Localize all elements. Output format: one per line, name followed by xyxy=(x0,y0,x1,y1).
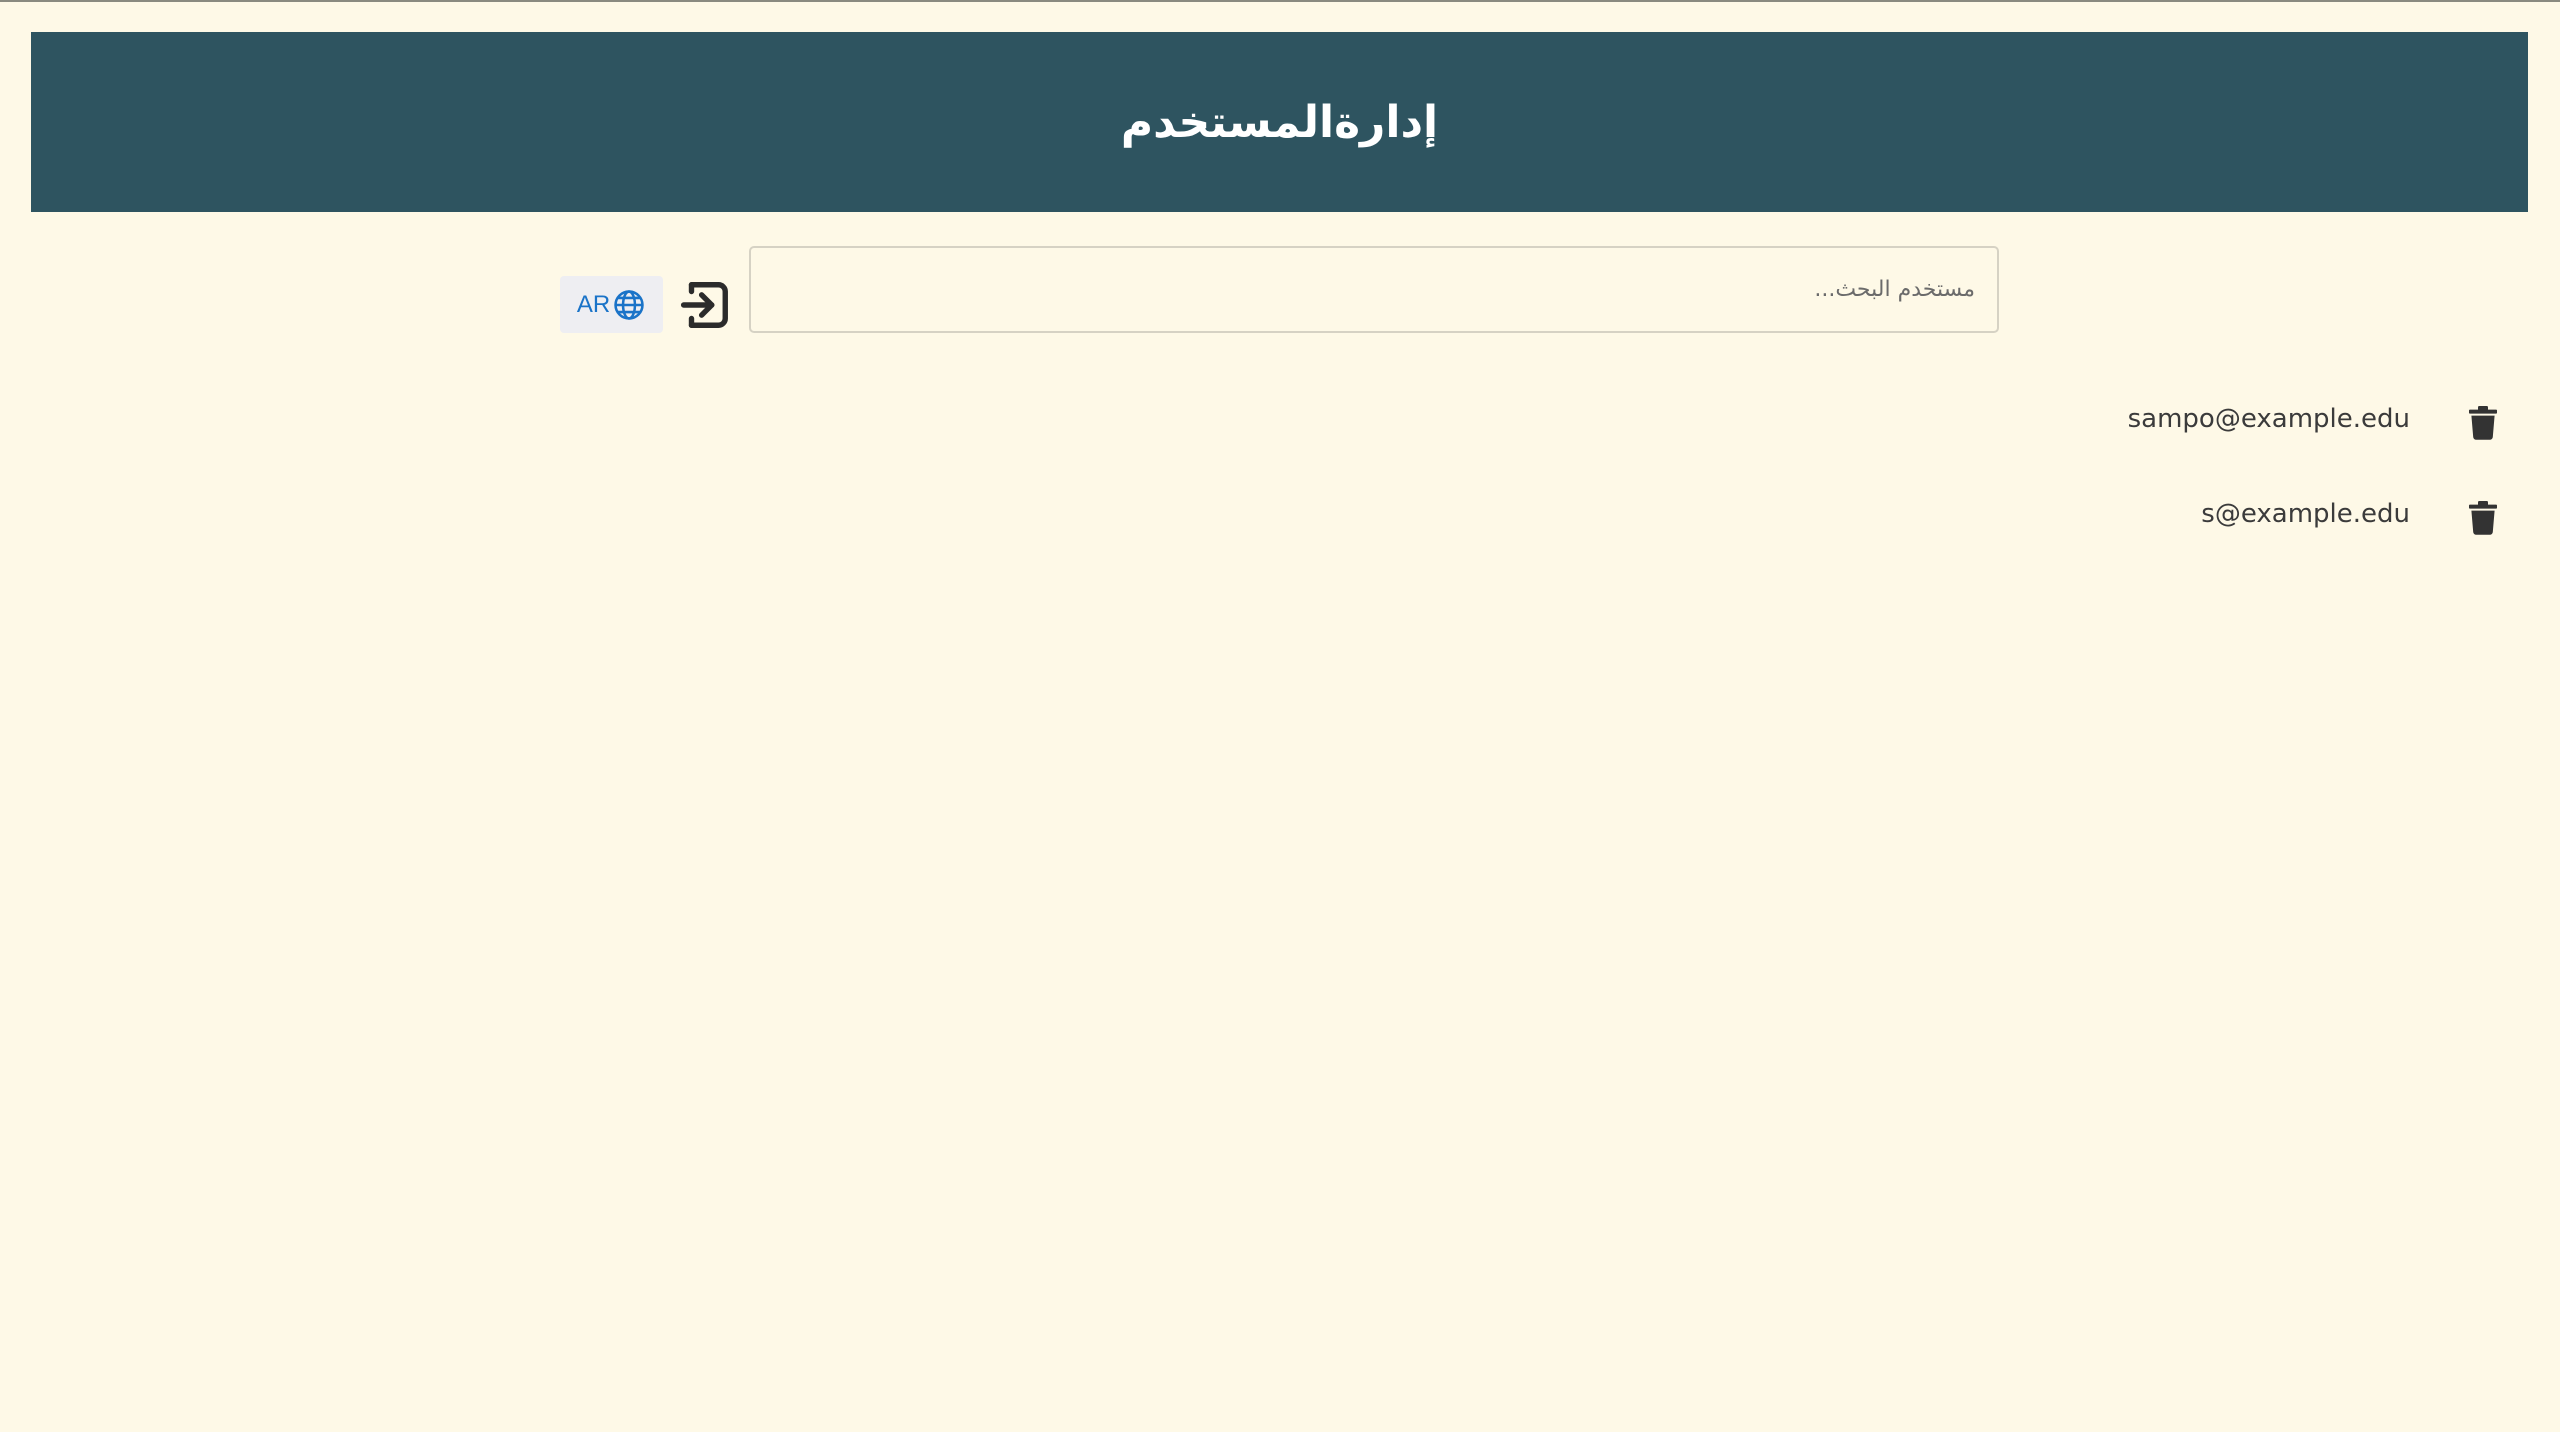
logout-button[interactable] xyxy=(678,278,732,332)
top-divider xyxy=(0,0,2560,2)
toolbar: AR xyxy=(560,246,2000,334)
user-email: s@example.edu xyxy=(2201,499,2410,529)
list-item: sampo@example.edu xyxy=(1360,386,2560,481)
delete-user-button[interactable] xyxy=(2466,499,2500,537)
logout-icon xyxy=(680,282,728,328)
list-item: s@example.edu xyxy=(1360,481,2560,576)
page-title: إدارةالمستخدم xyxy=(1120,96,1439,148)
language-switch-button[interactable]: AR xyxy=(560,276,663,333)
app-header: إدارةالمستخدم xyxy=(31,32,2528,212)
language-label: AR xyxy=(576,290,611,318)
delete-user-button[interactable] xyxy=(2466,404,2500,442)
user-list: sampo@example.edu s@example.edu xyxy=(1360,386,2560,576)
trash-icon xyxy=(2469,406,2497,440)
trash-icon xyxy=(2469,501,2497,535)
globe-icon xyxy=(614,289,644,320)
user-email: sampo@example.edu xyxy=(2127,404,2410,434)
search-input[interactable] xyxy=(749,246,1999,333)
